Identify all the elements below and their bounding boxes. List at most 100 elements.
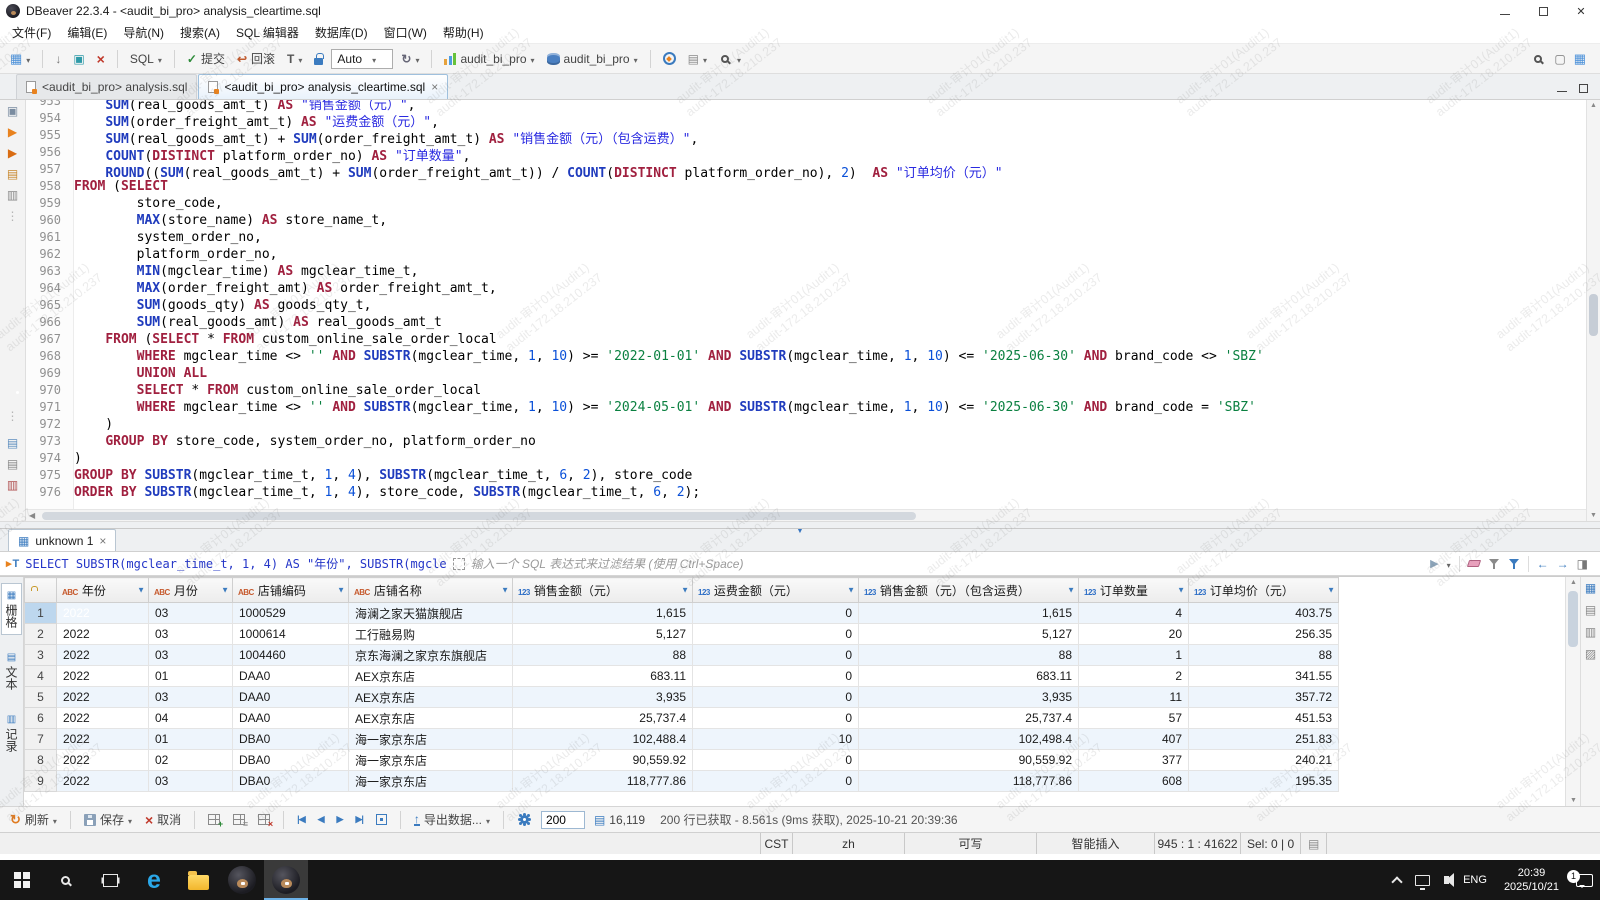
filter-dropdown-icon[interactable] — [501, 586, 509, 595]
menu-item[interactable]: 帮助(H) — [435, 21, 492, 44]
row-number[interactable]: 4 — [25, 666, 57, 687]
grid-cell[interactable]: 4 — [1079, 603, 1189, 624]
add-row-button[interactable]: + — [204, 808, 224, 832]
grid-cell[interactable]: 0 — [693, 708, 859, 729]
column-header[interactable]: 123销售金额（元） — [513, 578, 693, 603]
clear-filter-icon[interactable] — [1467, 560, 1481, 567]
grid-cell[interactable]: 0 — [693, 750, 859, 771]
grid-cell[interactable]: 海澜之家天猫旗舰店 — [349, 603, 513, 624]
editor-tab[interactable]: <audit_bi_pro> analysis_cleartime.sql — [198, 74, 448, 99]
status-segment[interactable]: Sel: 0 | 0 — [1240, 833, 1300, 854]
result-view-tab-栅格[interactable]: ▦栅格 — [1, 583, 22, 635]
value-panel-icon[interactable]: ▤ — [1585, 603, 1596, 617]
metadata-panel-icon[interactable]: ▨ — [1585, 647, 1596, 661]
grid-cell[interactable]: 5,127 — [859, 624, 1079, 645]
grid-cell[interactable]: 451.53 — [1189, 708, 1339, 729]
grid-cell[interactable]: 102,488.4 — [513, 729, 693, 750]
statusbar-icon-segment[interactable] — [1300, 833, 1326, 854]
row-number[interactable]: 5 — [25, 687, 57, 708]
transaction-combo[interactable]: Auto — [331, 49, 393, 69]
grid-vscrollbar[interactable]: ▲ ▼ — [1565, 577, 1580, 806]
grid-cell[interactable]: 90,559.92 — [859, 750, 1079, 771]
grid-cell[interactable]: AEX京东店 — [349, 708, 513, 729]
taskbar-search-button[interactable] — [44, 860, 88, 900]
menu-item[interactable]: 搜索(A) — [172, 21, 228, 44]
grid-cell[interactable]: 0 — [693, 666, 859, 687]
panel-icon[interactable]: ▣ — [7, 104, 18, 118]
grid-cell[interactable]: 1000614 — [233, 624, 349, 645]
editor-code[interactable]: SUM(real_goods_amt_t) AS "销售金额（元）", SUM(… — [74, 100, 1586, 521]
script-log-icon[interactable]: ▥ — [7, 188, 18, 202]
grid-cell[interactable]: 118,777.86 — [859, 771, 1079, 792]
tray-expand-button[interactable] — [1386, 860, 1408, 900]
grid-corner[interactable] — [25, 578, 57, 603]
menu-item[interactable]: 编辑(E) — [59, 21, 115, 44]
grid-cell[interactable]: DBA0 — [233, 771, 349, 792]
grid-cell[interactable]: 03 — [149, 687, 233, 708]
grid-cell[interactable]: 357.72 — [1189, 687, 1339, 708]
dots-icon[interactable]: ⋮ — [7, 209, 19, 223]
clock[interactable]: 20:392025/10/21 — [1494, 866, 1569, 894]
grid-cell[interactable]: AEX京东店 — [349, 666, 513, 687]
scroll-down-icon[interactable]: ▼ — [1590, 512, 1597, 519]
filter-dropdown-icon[interactable] — [681, 586, 689, 595]
grid-cell[interactable]: 2022 — [57, 750, 149, 771]
grid-cell[interactable]: 20 — [1079, 624, 1189, 645]
hscroll-thumb[interactable] — [42, 512, 916, 520]
grid-cell[interactable]: 683.11 — [513, 666, 693, 687]
filter-dropdown-icon[interactable] — [1327, 586, 1335, 595]
menu-item[interactable]: 数据库(D) — [307, 21, 376, 44]
navigate-object-button[interactable] — [659, 47, 680, 71]
filter-dropdown-icon[interactable] — [847, 586, 855, 595]
delete-button[interactable] — [93, 47, 109, 71]
grid-cell[interactable]: 1004460 — [233, 645, 349, 666]
table-row[interactable]: 8202202DBA0海一家京东店90,559.92090,559.923772… — [25, 750, 1339, 771]
grid-cell[interactable]: 10 — [693, 729, 859, 750]
back-icon[interactable] — [1537, 557, 1549, 571]
grid-cell[interactable]: DBA0 — [233, 750, 349, 771]
grid-panel-icon[interactable]: ▦ — [1585, 581, 1596, 595]
notification-center-button[interactable]: 1 — [1569, 860, 1600, 900]
minimize-button[interactable] — [1486, 0, 1524, 22]
link-button[interactable] — [69, 47, 88, 71]
task-view-button[interactable] — [88, 860, 132, 900]
grid-cell[interactable]: 256.35 — [1189, 624, 1339, 645]
connection-selector[interactable]: audit_bi_pro — [440, 47, 538, 71]
focus-row-button[interactable] — [372, 808, 391, 832]
grid-cell[interactable]: 03 — [149, 603, 233, 624]
filter-dropdown-icon[interactable] — [221, 586, 229, 595]
cancel-button[interactable]: 取消 — [141, 808, 185, 832]
grid-cell[interactable]: 03 — [149, 624, 233, 645]
autocommit-lock-button[interactable] — [310, 47, 327, 71]
dbeaver-pinned-button[interactable] — [220, 860, 264, 900]
grid-cell[interactable]: 01 — [149, 729, 233, 750]
editor-hscrollbar[interactable]: ◀ — [26, 509, 1586, 521]
schema-selector[interactable]: audit_bi_pro — [543, 47, 642, 71]
grid-cell[interactable]: 1,615 — [513, 603, 693, 624]
column-header[interactable]: 123订单均价（元） — [1189, 578, 1339, 603]
filter-dropdown-icon[interactable] — [1067, 586, 1075, 595]
language-indicator[interactable]: ENG — [1456, 860, 1494, 900]
duplicate-row-button[interactable]: ≡ — [229, 808, 249, 832]
filter-query-text[interactable]: SELECT SUBSTR(mgclear_time_t, 1, 4) AS "… — [25, 555, 446, 572]
grid-settings-button[interactable] — [513, 808, 536, 832]
fetch-button[interactable] — [51, 47, 65, 71]
table-row[interactable]: 6202204DAA0AEX京东店25,737.4025,737.457451.… — [25, 708, 1339, 729]
status-segment[interactable]: 可写 — [904, 833, 1036, 854]
grid-cell[interactable]: DBA0 — [233, 729, 349, 750]
execute-statement-icon[interactable]: ▶ — [8, 125, 17, 139]
panel-toggle-icon[interactable] — [1577, 557, 1588, 571]
grid-cell[interactable]: 0 — [693, 624, 859, 645]
close-tab-icon[interactable] — [431, 80, 438, 94]
grid-cell[interactable]: 683.11 — [859, 666, 1079, 687]
grid-cell[interactable]: 25,737.4 — [859, 708, 1079, 729]
forward-icon[interactable] — [1557, 557, 1569, 571]
grid-cell[interactable]: 海一家京东店 — [349, 729, 513, 750]
table-row[interactable]: 12022031000529海澜之家天猫旗舰店1,61501,6154403.7… — [25, 603, 1339, 624]
results-tab[interactable]: unknown 1 — [8, 529, 116, 551]
grid-cell[interactable]: 03 — [149, 645, 233, 666]
grid-cell[interactable]: 25,737.4 — [513, 708, 693, 729]
export-data-button[interactable]: 导出数据... — [410, 808, 494, 832]
delete-row-button[interactable]: × — [254, 808, 274, 832]
grid-cell[interactable]: 0 — [693, 645, 859, 666]
